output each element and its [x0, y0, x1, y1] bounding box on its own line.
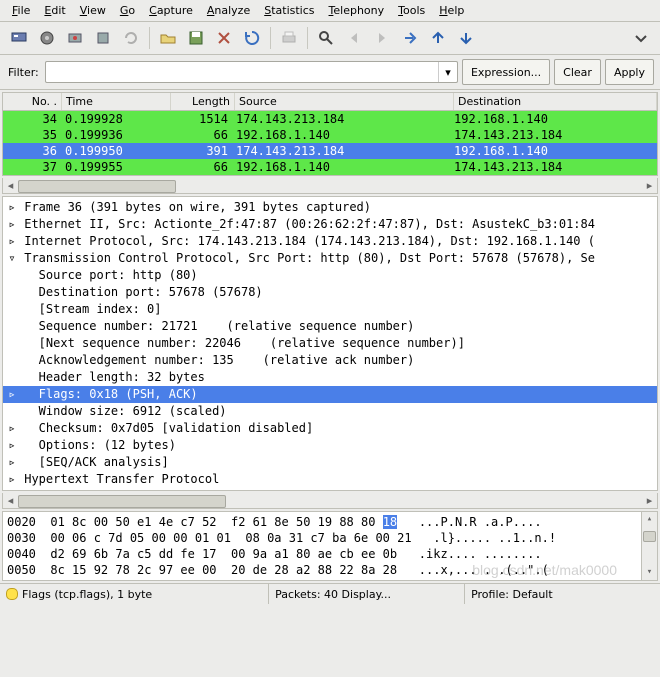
scroll-right-icon[interactable]: ▸: [642, 494, 657, 507]
status-bar: Flags (tcp.flags), 1 byte Packets: 40 Di…: [0, 583, 660, 604]
col-source[interactable]: Source: [235, 93, 454, 110]
go-first-icon[interactable]: [425, 25, 451, 51]
tree-item[interactable]: Source port: http (80): [3, 267, 657, 284]
scroll-up-icon[interactable]: ▴: [642, 512, 657, 527]
col-length[interactable]: Length: [171, 93, 235, 110]
packet-list-header[interactable]: No. . Time Length Source Destination: [3, 93, 657, 111]
hex-line[interactable]: 0050 8c 15 92 78 2c 97 ee 00 20 de 28 a2…: [7, 562, 653, 578]
start-capture-icon[interactable]: [62, 25, 88, 51]
menu-view[interactable]: View: [74, 2, 112, 19]
filter-input[interactable]: [46, 62, 438, 82]
hex-line[interactable]: 0040 d2 69 6b 7a c5 dd fe 17 00 9a a1 80…: [7, 546, 653, 562]
filter-toolbar: Filter: ▾ Expression... Clear Apply: [0, 55, 660, 90]
save-icon[interactable]: [183, 25, 209, 51]
hex-line[interactable]: 0020 01 8c 00 50 e1 4e c7 52 f2 61 8e 50…: [7, 514, 653, 530]
menubar: FileEditViewGoCaptureAnalyzeStatisticsTe…: [0, 0, 660, 22]
status-field-info: Flags (tcp.flags), 1 byte: [0, 584, 269, 604]
tree-item[interactable]: Destination port: 57678 (57678): [3, 284, 657, 301]
filter-label: Filter:: [6, 66, 41, 79]
tree-item[interactable]: ▿ Transmission Control Protocol, Src Por…: [3, 250, 657, 267]
tree-item[interactable]: ▹ Options: (12 bytes): [3, 437, 657, 454]
scroll-down-icon[interactable]: ▾: [642, 565, 657, 580]
interfaces-icon[interactable]: [6, 25, 32, 51]
tree-item[interactable]: ▹ Flags: 0x18 (PSH, ACK): [3, 386, 657, 403]
tree-item[interactable]: Header length: 32 bytes: [3, 369, 657, 386]
packet-details-tree[interactable]: ▹ Frame 36 (391 bytes on wire, 391 bytes…: [2, 196, 658, 491]
tree-item[interactable]: Acknowledgement number: 135 (relative ac…: [3, 352, 657, 369]
packet-list-hscrollbar[interactable]: ◂ ▸: [2, 178, 658, 194]
col-destination[interactable]: Destination: [454, 93, 657, 110]
tree-item[interactable]: Sequence number: 21721 (relative sequenc…: [3, 318, 657, 335]
tree-item[interactable]: ▹ Checksum: 0x7d05 [validation disabled]: [3, 420, 657, 437]
hex-line[interactable]: 0030 00 06 c 7d 05 00 00 01 01 08 0a 31 …: [7, 530, 653, 546]
options-icon[interactable]: [34, 25, 60, 51]
table-row[interactable]: 340.1999281514174.143.213.184192.168.1.1…: [3, 111, 657, 127]
col-no[interactable]: No. .: [3, 93, 62, 110]
packet-bytes[interactable]: 0020 01 8c 00 50 e1 4e c7 52 f2 61 8e 50…: [2, 511, 658, 581]
toolbar-overflow-icon[interactable]: [628, 25, 654, 51]
packet-list[interactable]: No. . Time Length Source Destination 340…: [2, 92, 658, 176]
scroll-right-icon[interactable]: ▸: [642, 179, 657, 192]
filter-combo[interactable]: ▾: [45, 61, 458, 83]
reload-icon[interactable]: [239, 25, 265, 51]
expression-button[interactable]: Expression...: [462, 59, 550, 85]
main-toolbar: [0, 22, 660, 55]
go-last-icon[interactable]: [453, 25, 479, 51]
tree-item[interactable]: ▹ Frame 36 (391 bytes on wire, 391 bytes…: [3, 199, 657, 216]
tree-item[interactable]: ▹ Hypertext Transfer Protocol: [3, 471, 657, 488]
close-icon[interactable]: [211, 25, 237, 51]
find-icon[interactable]: [313, 25, 339, 51]
menu-analyze[interactable]: Analyze: [201, 2, 256, 19]
table-row[interactable]: 350.19993666192.168.1.140174.143.213.184: [3, 127, 657, 143]
tree-item[interactable]: ▹ Ethernet II, Src: Actionte_2f:47:87 (0…: [3, 216, 657, 233]
packet-bytes-vscrollbar[interactable]: ▴ ▾: [641, 512, 657, 580]
clear-button[interactable]: Clear: [554, 59, 601, 85]
tree-item[interactable]: Window size: 6912 (scaled): [3, 403, 657, 420]
col-time[interactable]: Time: [62, 93, 171, 110]
open-icon[interactable]: [155, 25, 181, 51]
tree-item[interactable]: ▹ Internet Protocol, Src: 174.143.213.18…: [3, 233, 657, 250]
menu-edit[interactable]: Edit: [38, 2, 71, 19]
go-to-icon[interactable]: [397, 25, 423, 51]
print-icon: [276, 25, 302, 51]
restart-capture-icon: [118, 25, 144, 51]
tree-item[interactable]: ▹ [SEQ/ACK analysis]: [3, 454, 657, 471]
menu-tools[interactable]: Tools: [392, 2, 431, 19]
table-row[interactable]: 370.19995566192.168.1.140174.143.213.184: [3, 159, 657, 175]
tree-item[interactable]: [Next sequence number: 22046 (relative s…: [3, 335, 657, 352]
apply-button[interactable]: Apply: [605, 59, 654, 85]
scroll-left-icon[interactable]: ◂: [3, 494, 18, 507]
expert-led-icon[interactable]: [6, 588, 18, 600]
menu-statistics[interactable]: Statistics: [258, 2, 320, 19]
filter-dropdown-icon[interactable]: ▾: [438, 62, 457, 82]
menu-capture[interactable]: Capture: [143, 2, 199, 19]
packet-details-hscrollbar[interactable]: ◂ ▸: [2, 493, 658, 509]
scroll-left-icon[interactable]: ◂: [3, 179, 18, 192]
status-profile[interactable]: Profile: Default: [465, 584, 660, 604]
go-forward-icon: [369, 25, 395, 51]
menu-go[interactable]: Go: [114, 2, 141, 19]
go-back-icon: [341, 25, 367, 51]
status-packets: Packets: 40 Display...: [269, 584, 465, 604]
menu-file[interactable]: File: [6, 2, 36, 19]
stop-capture-icon[interactable]: [90, 25, 116, 51]
tree-item[interactable]: [Stream index: 0]: [3, 301, 657, 318]
table-row[interactable]: 360.199950391174.143.213.184192.168.1.14…: [3, 143, 657, 159]
menu-help[interactable]: Help: [433, 2, 470, 19]
menu-telephony[interactable]: Telephony: [323, 2, 391, 19]
